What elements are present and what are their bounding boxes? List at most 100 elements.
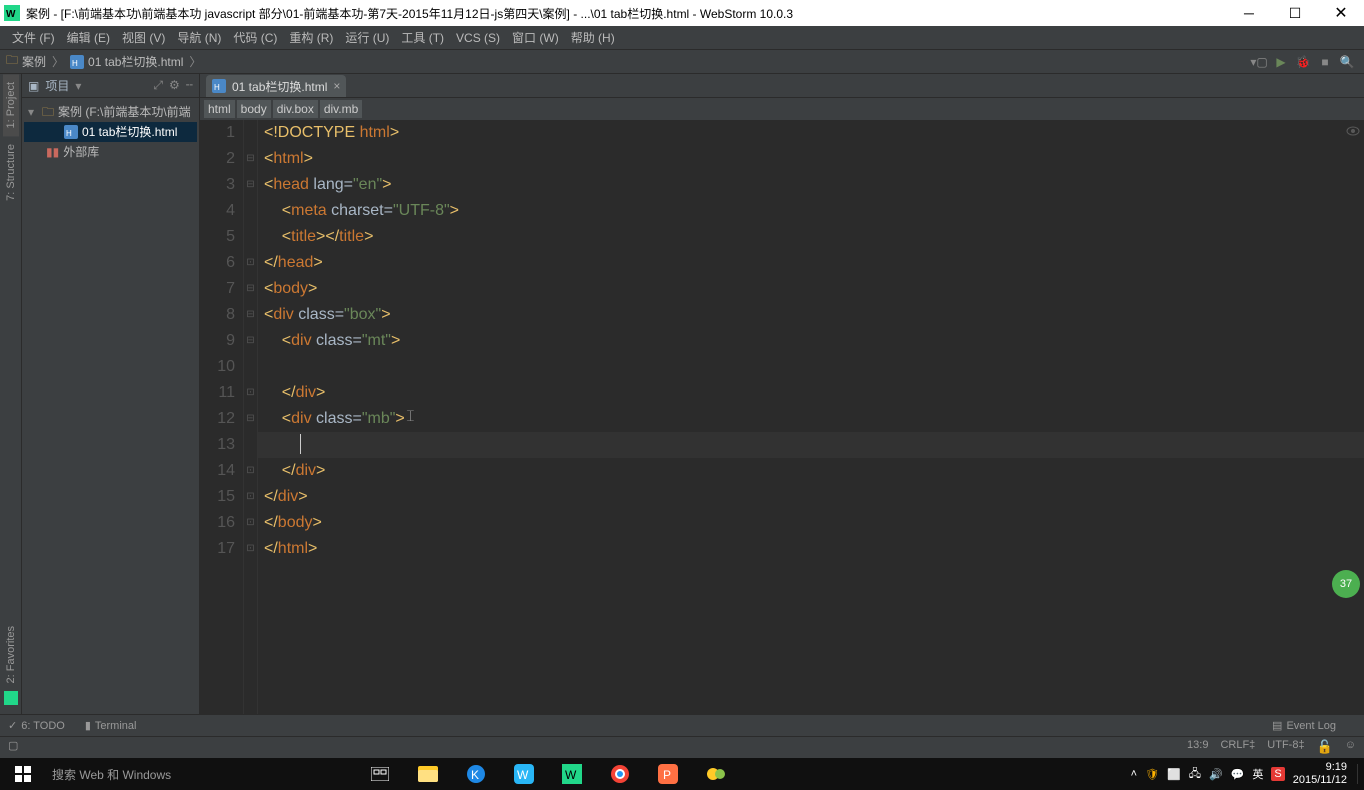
todo-icon: ✓ xyxy=(8,719,17,732)
tool-tab-favorites[interactable]: 2: Favorites xyxy=(3,618,19,691)
svg-text:W: W xyxy=(565,768,577,782)
chrome-icon[interactable] xyxy=(598,758,642,790)
tray-network-icon[interactable]: 🖧 xyxy=(1189,765,1201,784)
collapse-icon[interactable]: ⤢ xyxy=(153,78,163,93)
tray-app-icon[interactable]: ⬜ xyxy=(1167,768,1181,781)
tree-external-libs[interactable]: ▮▮ 外部库 xyxy=(24,142,197,162)
menu-navigate[interactable]: 导航 (N) xyxy=(171,29,227,46)
debug-button[interactable]: 🐞 xyxy=(1292,52,1314,72)
file-encoding[interactable]: UTF-8‡ xyxy=(1267,737,1304,751)
file-explorer-icon[interactable] xyxy=(406,758,450,790)
svg-text:H: H xyxy=(66,129,72,138)
editor-caret xyxy=(300,434,301,454)
windows-taskbar: 搜索 Web 和 Windows K W W P ˄ 🛡 ⬜ 🖧 🔊 💬 英 S… xyxy=(0,758,1364,790)
hide-icon[interactable]: ╌ xyxy=(186,78,193,93)
line-separator[interactable]: CRLF‡ xyxy=(1220,737,1255,751)
tree-expand-icon[interactable]: ▾ xyxy=(28,102,38,122)
run-button[interactable]: ▶ xyxy=(1270,52,1292,72)
tree-root-label: 案例 (F:\前端基本功\前端 xyxy=(58,102,191,122)
powerpoint-icon[interactable]: P xyxy=(646,758,690,790)
crumb-div-mb[interactable]: div.mb xyxy=(320,100,362,118)
close-button[interactable]: ✕ xyxy=(1318,0,1364,26)
tool-tab-todo[interactable]: ✓6: TODO xyxy=(8,719,65,732)
tree-file-selected[interactable]: H 01 tab栏切换.html xyxy=(24,122,197,142)
menu-file[interactable]: 文件 (F) xyxy=(6,29,61,46)
code-editor[interactable]: 1234567891011121314151617 ⊟⊟⊡⊟⊟⊟⊡⊟⊡⊡⊡⊡ <… xyxy=(200,120,1364,714)
webstorm-taskbar-icon[interactable]: W xyxy=(550,758,594,790)
hector-icon[interactable]: ☺ xyxy=(1345,737,1356,751)
chat-icon[interactable] xyxy=(694,758,738,790)
status-bar: ▢ 13:9 CRLF‡ UTF-8‡ 🔓 ☺ xyxy=(0,736,1364,758)
event-log-button[interactable]: ▤Event Log xyxy=(1272,719,1336,732)
stop-button[interactable]: ■ xyxy=(1314,52,1336,72)
svg-text:H: H xyxy=(214,83,220,92)
bottom-tool-stripe: ✓6: TODO ▮Terminal ▤Event Log xyxy=(0,714,1364,736)
svg-text:P: P xyxy=(663,768,671,782)
html-file-icon: H xyxy=(70,55,84,69)
tool-tab-structure[interactable]: 7: Structure xyxy=(3,136,19,209)
close-tab-icon[interactable]: × xyxy=(333,79,340,93)
code-lines[interactable]: <!DOCTYPE html> <html> <head lang="en"> … xyxy=(258,120,1364,714)
menu-tools[interactable]: 工具 (T) xyxy=(395,29,450,46)
tray-notify-icon[interactable]: 💬 xyxy=(1231,768,1245,781)
maximize-button[interactable]: ☐ xyxy=(1272,0,1318,26)
wps-icon[interactable]: W xyxy=(502,758,546,790)
navigation-bar: 🗀 案例 〉 H 01 tab栏切换.html 〉 ▾▢ ▶ 🐞 ■ 🔍 xyxy=(0,50,1364,74)
window-title: 案例 - [F:\前端基本功\前端基本功 javascript 部分\01-前端… xyxy=(26,5,1226,22)
tree-file-label: 01 tab栏切换.html xyxy=(82,122,177,142)
notification-badge[interactable]: 37 xyxy=(1332,570,1360,598)
tray-ime-label[interactable]: 英 xyxy=(1252,766,1263,782)
tool-tab-project[interactable]: 1: Project xyxy=(3,74,19,136)
breadcrumb-file[interactable]: 01 tab栏切换.html xyxy=(88,53,183,70)
menu-help[interactable]: 帮助 (H) xyxy=(565,29,621,46)
fold-gutter[interactable]: ⊟⊟⊡⊟⊟⊟⊡⊟⊡⊡⊡⊡ xyxy=(244,120,258,714)
log-icon: ▤ xyxy=(1272,719,1282,732)
tree-root[interactable]: ▾ 🗀 案例 (F:\前端基本功\前端 xyxy=(24,102,197,122)
editor-tab-label: 01 tab栏切换.html xyxy=(232,78,327,95)
menu-refactor[interactable]: 重构 (R) xyxy=(283,29,339,46)
run-config-dropdown[interactable]: ▾▢ xyxy=(1248,52,1270,72)
terminal-icon: ▮ xyxy=(85,719,91,732)
task-view-button[interactable] xyxy=(358,758,402,790)
breadcrumb[interactable]: 🗀 案例 〉 H 01 tab栏切换.html 〉 xyxy=(6,51,203,72)
menu-code[interactable]: 代码 (C) xyxy=(227,29,283,46)
tree-external-label: 外部库 xyxy=(63,142,99,162)
system-tray[interactable]: ˄ 🛡 ⬜ 🖧 🔊 💬 英 S 9:19 2015/11/12 xyxy=(1131,761,1364,787)
menu-view[interactable]: 视图 (V) xyxy=(116,29,171,46)
tray-shield-icon[interactable]: 🛡 xyxy=(1145,768,1159,781)
crumb-body[interactable]: body xyxy=(237,100,271,118)
editor-area: H 01 tab栏切换.html × html body div.box div… xyxy=(200,74,1364,714)
editor-breadcrumb[interactable]: html body div.box div.mb xyxy=(200,98,1364,120)
chevron-right-icon: 〉 xyxy=(189,53,201,70)
layout-icon: ▣ xyxy=(28,79,39,93)
start-button[interactable] xyxy=(0,758,46,790)
crumb-div-box[interactable]: div.box xyxy=(273,100,318,118)
editor-tab-active[interactable]: H 01 tab栏切换.html × xyxy=(206,75,346,97)
menu-window[interactable]: 窗口 (W) xyxy=(506,29,565,46)
menu-vcs[interactable]: VCS (S) xyxy=(450,31,506,45)
crumb-html[interactable]: html xyxy=(204,100,235,118)
tray-volume-icon[interactable]: 🔊 xyxy=(1209,768,1223,781)
search-everywhere-button[interactable]: 🔍 xyxy=(1336,52,1358,72)
project-tool-window: ▣ 项目 ▾ ⤢ ⚙ ╌ ▾ 🗀 案例 (F:\前端基本功\前端 H 01 ta… xyxy=(22,74,200,714)
cursor-position[interactable]: 13:9 xyxy=(1187,737,1208,751)
project-tree[interactable]: ▾ 🗀 案例 (F:\前端基本功\前端 H 01 tab栏切换.html ▮▮ … xyxy=(22,98,199,166)
gear-icon[interactable]: ⚙ xyxy=(169,78,180,93)
project-panel-header: ▣ 项目 ▾ ⤢ ⚙ ╌ xyxy=(22,74,199,98)
tray-clock[interactable]: 9:19 2015/11/12 xyxy=(1293,761,1347,787)
inspection-eye-icon[interactable] xyxy=(1346,124,1360,138)
webstorm-logo-icon: W xyxy=(4,5,20,21)
tray-sogou-icon[interactable]: S xyxy=(1271,767,1284,781)
breadcrumb-root[interactable]: 案例 xyxy=(22,53,46,70)
folder-icon: 🗀 xyxy=(6,51,18,72)
taskbar-search[interactable]: 搜索 Web 和 Windows xyxy=(46,766,346,783)
tool-tab-terminal[interactable]: ▮Terminal xyxy=(85,719,137,732)
readonly-lock-icon[interactable]: 🔓 xyxy=(1317,737,1333,755)
statusbar-toggle-icon[interactable]: ▢ xyxy=(8,737,18,752)
folder-icon: 🗀 xyxy=(42,102,54,122)
menu-edit[interactable]: 编辑 (E) xyxy=(61,29,116,46)
menu-run[interactable]: 运行 (U) xyxy=(339,29,395,46)
minimize-button[interactable]: ─ xyxy=(1226,0,1272,26)
kugou-icon[interactable]: K xyxy=(454,758,498,790)
tray-up-icon[interactable]: ˄ xyxy=(1131,768,1137,780)
